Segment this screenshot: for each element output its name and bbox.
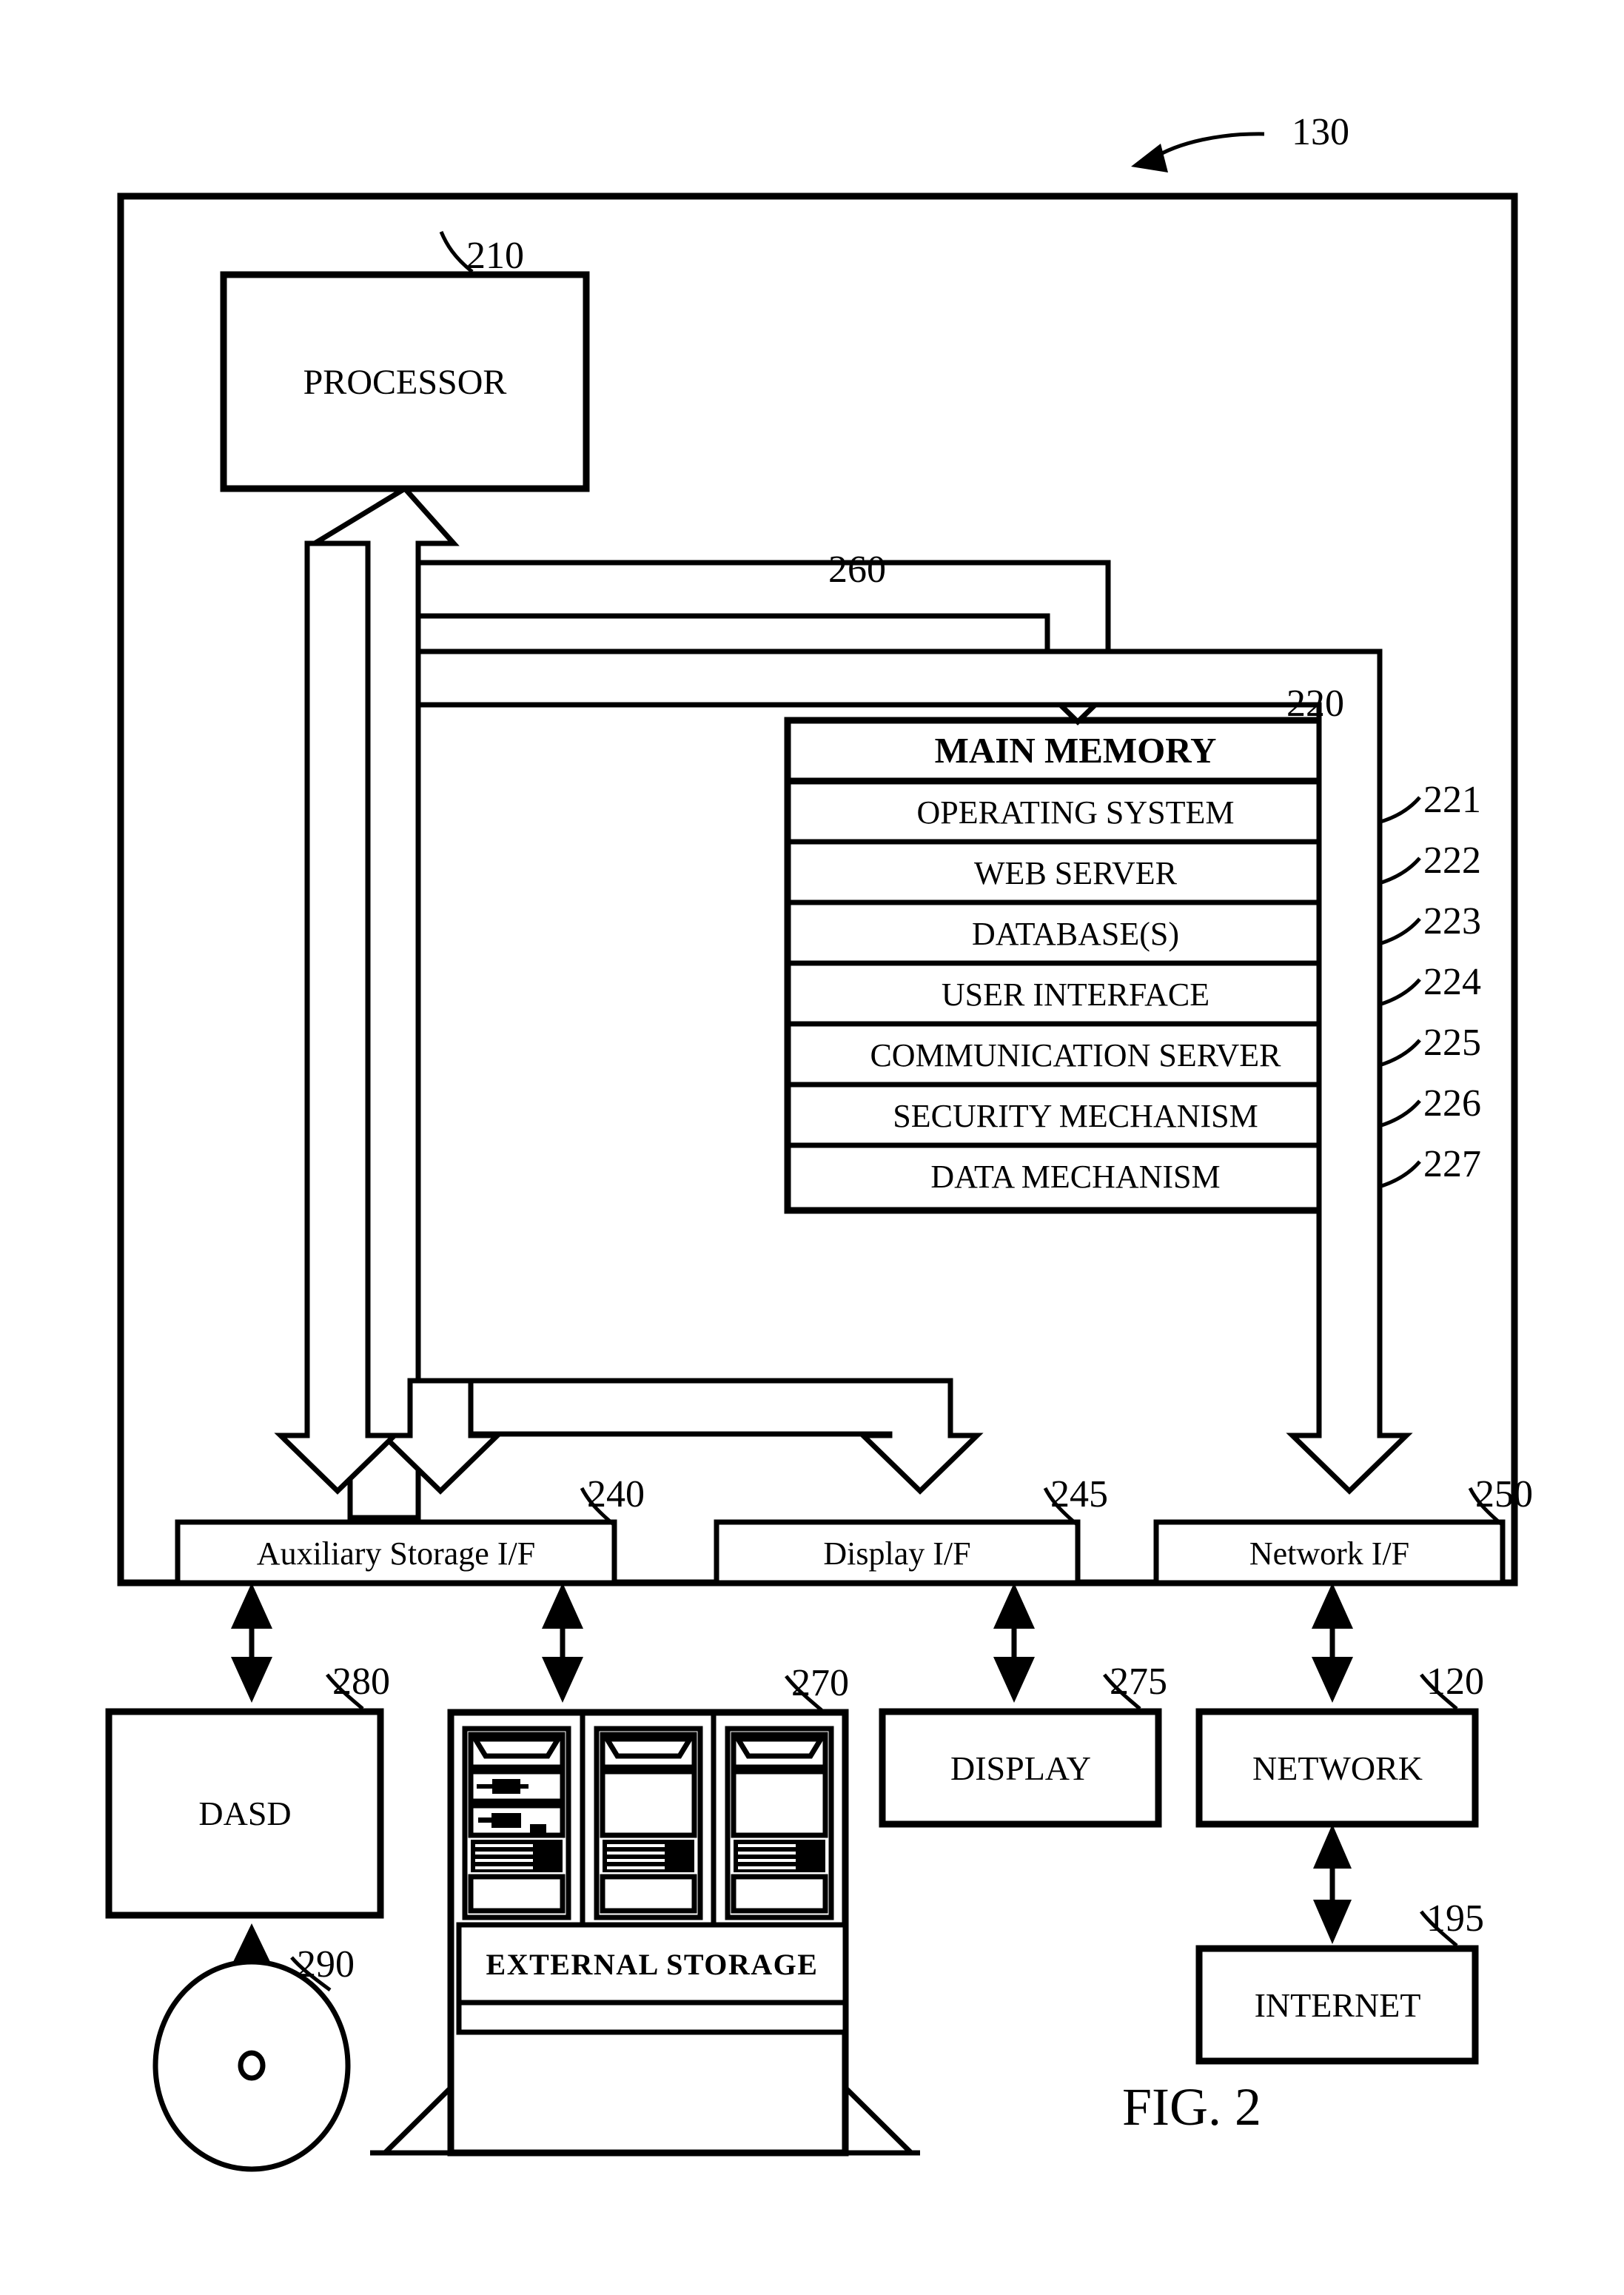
display-label: DISPLAY: [950, 1749, 1091, 1787]
bay3-vent-trapezoid: [733, 1736, 826, 1759]
bay3-tape-line-4: [738, 1866, 796, 1869]
system-ref-arrowhead: [1131, 144, 1168, 172]
ref-number-240: 240: [587, 1473, 645, 1515]
bay1-tape-line-3: [475, 1859, 533, 1862]
bay3-tape-line-2: [738, 1852, 796, 1855]
bay2-tape-line-3: [607, 1859, 665, 1862]
ref-number-221: 221: [1423, 779, 1481, 821]
main-memory-title: MAIN MEMORY: [935, 730, 1217, 771]
ref-number-223: 223: [1423, 900, 1481, 942]
bay1-tape-line-1: [475, 1844, 533, 1847]
ext-storage-base-strip: [456, 2000, 848, 2035]
bay2-vent-trapezoid: [602, 1736, 695, 1759]
bay2-large-panel: [600, 1769, 697, 1838]
ref-number-275: 275: [1110, 1661, 1167, 1703]
bay2-tape-line-1: [607, 1844, 665, 1847]
ref-number-195: 195: [1426, 1897, 1484, 1940]
ext-storage-bay-2: [594, 1726, 703, 1920]
patent-figure-2: 130 210 260 220 221 222 223 224 225 226 …: [105, 111, 1533, 2172]
ref-number-227: 227: [1423, 1143, 1481, 1185]
ref-number-222: 222: [1423, 840, 1481, 882]
disk-connector-arrowhead: [232, 1923, 271, 1963]
network-if-label: Network I/F: [1249, 1535, 1409, 1572]
figure-caption: FIG. 2: [1122, 2077, 1261, 2137]
ext-storage-foot-right: [843, 2085, 918, 2156]
main-memory-row-label-5: SECURITY MECHANISM: [893, 1098, 1258, 1134]
network-connector-arrow-down: [1312, 1657, 1353, 1703]
ref-number-290: 290: [297, 1943, 355, 1986]
bay1-drive2-led: [530, 1824, 546, 1833]
main-memory-row-label-0: OPERATING SYSTEM: [916, 794, 1234, 831]
ext-storage-connector-arrow-up: [542, 1583, 583, 1629]
external-storage-label: EXTERNAL STORAGE: [486, 1948, 819, 1981]
bay3-large-panel: [731, 1769, 828, 1838]
ref-number-280: 280: [332, 1661, 390, 1703]
bay2-blank-panel: [600, 1874, 697, 1914]
bay2-tape-line-2: [607, 1852, 665, 1855]
dasd-label: DASD: [198, 1795, 291, 1832]
bay1-tape-line-4: [475, 1866, 533, 1869]
bay3-tape-line-3: [738, 1859, 796, 1862]
ext-storage-foot-left: [378, 2085, 453, 2156]
dasd-connector-arrow-up: [231, 1583, 272, 1629]
ref-number-210: 210: [466, 235, 524, 277]
main-memory-row-label-1: WEB SERVER: [974, 855, 1178, 891]
ref-number-220: 220: [1286, 683, 1344, 725]
system-ref-leader-line: [1150, 132, 1265, 161]
ref-number-245: 245: [1050, 1473, 1108, 1515]
main-memory-row-label-6: DATA MECHANISM: [930, 1159, 1220, 1195]
main-memory-row-label-2: DATABASE(S): [972, 916, 1179, 952]
bay2-tape-line-4: [607, 1866, 665, 1869]
ref-number-226: 226: [1423, 1082, 1481, 1125]
bay1-drive1-bar: [477, 1784, 529, 1789]
internet-label: INTERNET: [1255, 1986, 1421, 2024]
ext-storage-bay-3: [725, 1726, 834, 1920]
internet-connector-arrow-up: [1313, 1824, 1352, 1869]
processor-label: PROCESSOR: [303, 363, 507, 402]
disk-hub: [238, 2050, 266, 2081]
figure-page: 130 210 260 220 221 222 223 224 225 226 …: [0, 0, 1624, 2295]
bay1-drive2-bar: [478, 1817, 497, 1823]
bay1-blank-panel: [468, 1874, 566, 1914]
ref-number-270: 270: [791, 1662, 849, 1704]
network-connector-arrow-up: [1312, 1583, 1353, 1629]
dasd-connector-arrow-down: [231, 1657, 272, 1703]
ref-number-260: 260: [828, 549, 886, 591]
bay1-vent-trapezoid: [470, 1736, 563, 1759]
ref-number-224: 224: [1423, 961, 1481, 1003]
display-if-label: Display I/F: [823, 1535, 970, 1572]
ref-number-250: 250: [1475, 1473, 1533, 1515]
ref-number-120: 120: [1426, 1661, 1484, 1703]
ref-number-225: 225: [1423, 1022, 1481, 1064]
network-label: NETWORK: [1252, 1749, 1423, 1787]
display-connector-arrow-down: [993, 1657, 1035, 1703]
main-memory-row-label-4: COMMUNICATION SERVER: [870, 1037, 1281, 1073]
aux-storage-if-label: Auxiliary Storage I/F: [257, 1535, 535, 1572]
ext-storage-bay-1: [462, 1726, 571, 1920]
main-memory-row-label-3: USER INTERFACE: [942, 976, 1209, 1013]
bay3-blank-panel: [731, 1874, 828, 1914]
ext-storage-connector-arrow-down: [542, 1657, 583, 1703]
display-connector-arrow-up: [993, 1583, 1035, 1629]
internet-connector-arrow-down: [1313, 1900, 1352, 1944]
bay1-tape-line-2: [475, 1852, 533, 1855]
ref-number-130: 130: [1292, 111, 1349, 153]
bay3-tape-line-1: [738, 1844, 796, 1847]
